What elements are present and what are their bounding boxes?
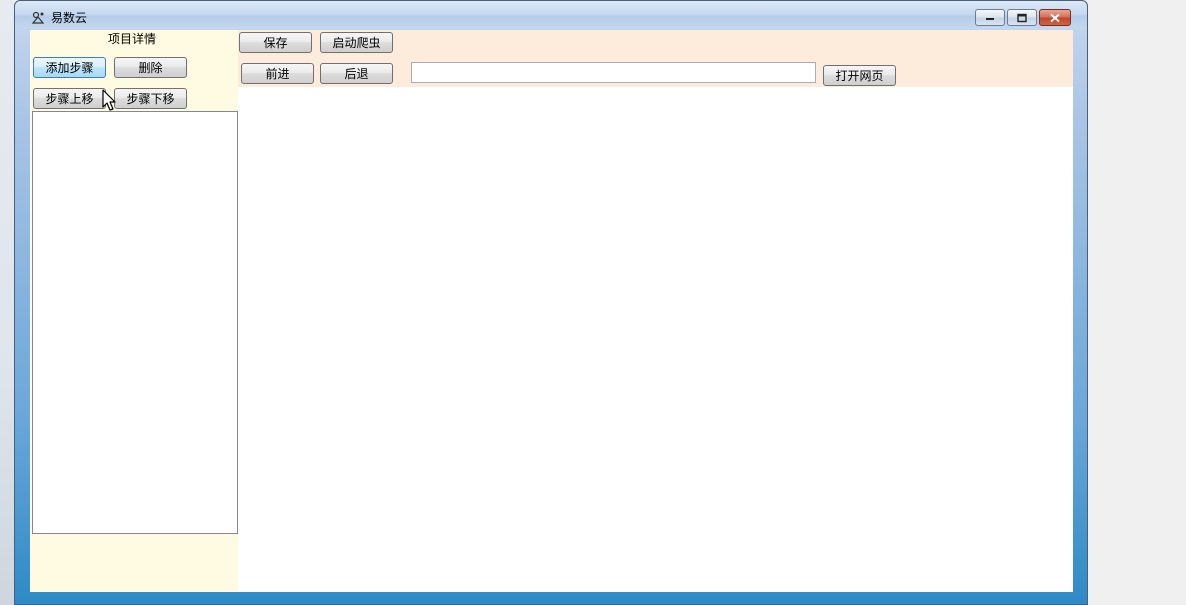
project-details-panel: 项目详情 添加步骤 删除 步骤上移 步骤下移 (30, 30, 238, 592)
window-title: 易数云 (51, 11, 88, 25)
forward-button[interactable]: 前进 (241, 63, 314, 84)
minimize-button[interactable] (975, 9, 1005, 26)
move-step-down-button[interactable]: 步骤下移 (114, 88, 187, 109)
close-icon (1050, 13, 1060, 22)
steps-list[interactable] (32, 111, 238, 534)
app-logo-icon (31, 11, 45, 24)
web-view-area[interactable] (238, 87, 1073, 592)
save-button[interactable]: 保存 (239, 32, 312, 53)
add-step-button[interactable]: 添加步骤 (33, 57, 106, 78)
open-page-button[interactable]: 打开网页 (823, 65, 896, 86)
move-step-up-button[interactable]: 步骤上移 (33, 88, 106, 109)
title-bar[interactable]: 易数云 (15, 1, 1087, 29)
back-button[interactable]: 后退 (320, 63, 393, 84)
minimize-icon (986, 17, 994, 20)
maximize-icon (1017, 13, 1027, 22)
app-window: 易数云 项目详情 添加步骤 删除 步骤上移 步骤下移 保存 启动爬虫 前进 后退… (14, 0, 1088, 605)
client-area: 项目详情 添加步骤 删除 步骤上移 步骤下移 保存 启动爬虫 前进 后退 打开网… (30, 30, 1073, 592)
url-input[interactable] (411, 62, 816, 83)
panel-title: 项目详情 (108, 32, 157, 46)
start-crawler-button[interactable]: 启动爬虫 (320, 32, 393, 53)
close-button[interactable] (1039, 9, 1071, 26)
desktop-background (0, 0, 14, 605)
delete-button[interactable]: 删除 (114, 57, 187, 78)
maximize-button[interactable] (1007, 9, 1037, 26)
browser-toolbar: 保存 启动爬虫 前进 后退 打开网页 (238, 30, 1073, 87)
